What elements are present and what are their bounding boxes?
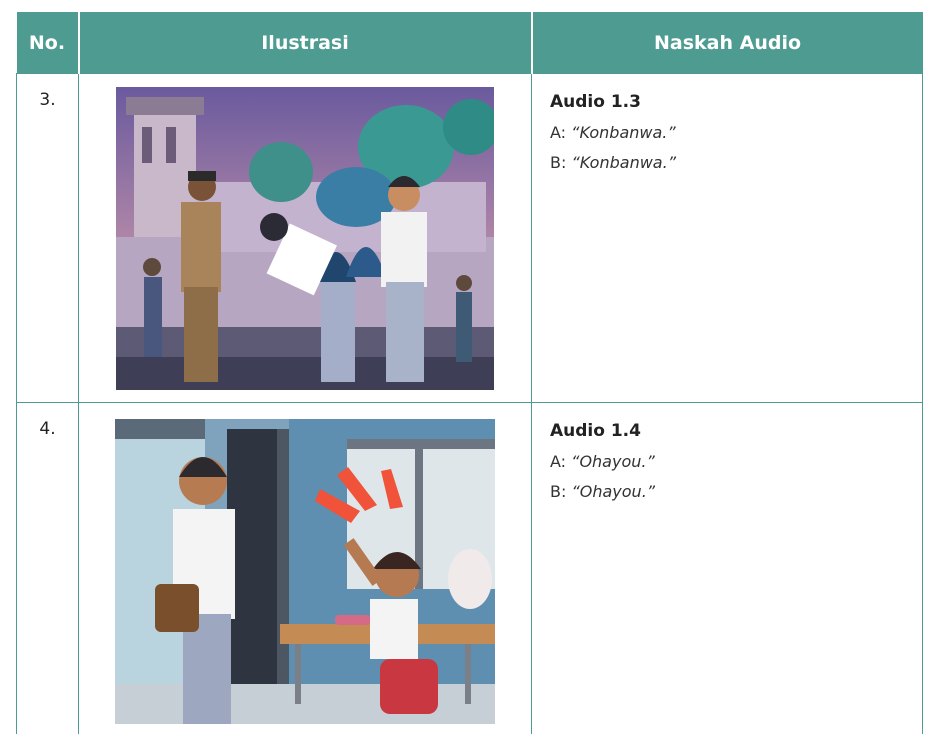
speaker-label: A: — [550, 452, 567, 471]
audio-title: Audio 1.3 — [550, 92, 641, 112]
illustration-cell — [78, 402, 532, 734]
classroom-greeting-illustration — [115, 419, 495, 724]
dialog-line: A: “Konbanwa.” — [550, 123, 922, 142]
dialog-line: B: “Ohayou.” — [550, 482, 922, 501]
audio-script-cell: Audio 1.3 A: “Konbanwa.” B: “Konbanwa.” — [531, 73, 923, 403]
speaker-label: A: — [550, 123, 567, 142]
row-number: 3. — [16, 73, 79, 403]
header-audio-script: Naskah Audio — [530, 12, 923, 74]
table-row: 4. Audio 1.4 A: “Ohayou.” B: “Ohayou.” — [16, 402, 923, 734]
audio-title: Audio 1.4 — [550, 421, 641, 441]
dialog-table: No. Ilustrasi Naskah Audio 3. Audio 1.3 … — [16, 12, 923, 734]
table-header-row: No. Ilustrasi Naskah Audio — [16, 12, 923, 74]
dialog-line: B: “Konbanwa.” — [550, 153, 922, 172]
audio-script-cell: Audio 1.4 A: “Ohayou.” B: “Ohayou.” — [531, 402, 923, 734]
illustration-cell — [78, 73, 532, 403]
table-row: 3. Audio 1.3 A: “Konbanwa.” B: “Konbanwa… — [16, 73, 923, 403]
header-illustration: Ilustrasi — [77, 12, 533, 74]
row-number: 4. — [16, 402, 79, 734]
dialog-line: A: “Ohayou.” — [550, 452, 922, 471]
mosque-greeting-illustration — [116, 87, 494, 390]
dialog-text: “Konbanwa.” — [571, 153, 676, 172]
speaker-label: B: — [550, 482, 567, 501]
header-no: No. — [16, 12, 80, 74]
speaker-label: B: — [550, 153, 567, 172]
dialog-text: “Ohayou.” — [571, 452, 655, 471]
dialog-text: “Konbanwa.” — [571, 123, 676, 142]
dialog-text: “Ohayou.” — [571, 482, 656, 501]
